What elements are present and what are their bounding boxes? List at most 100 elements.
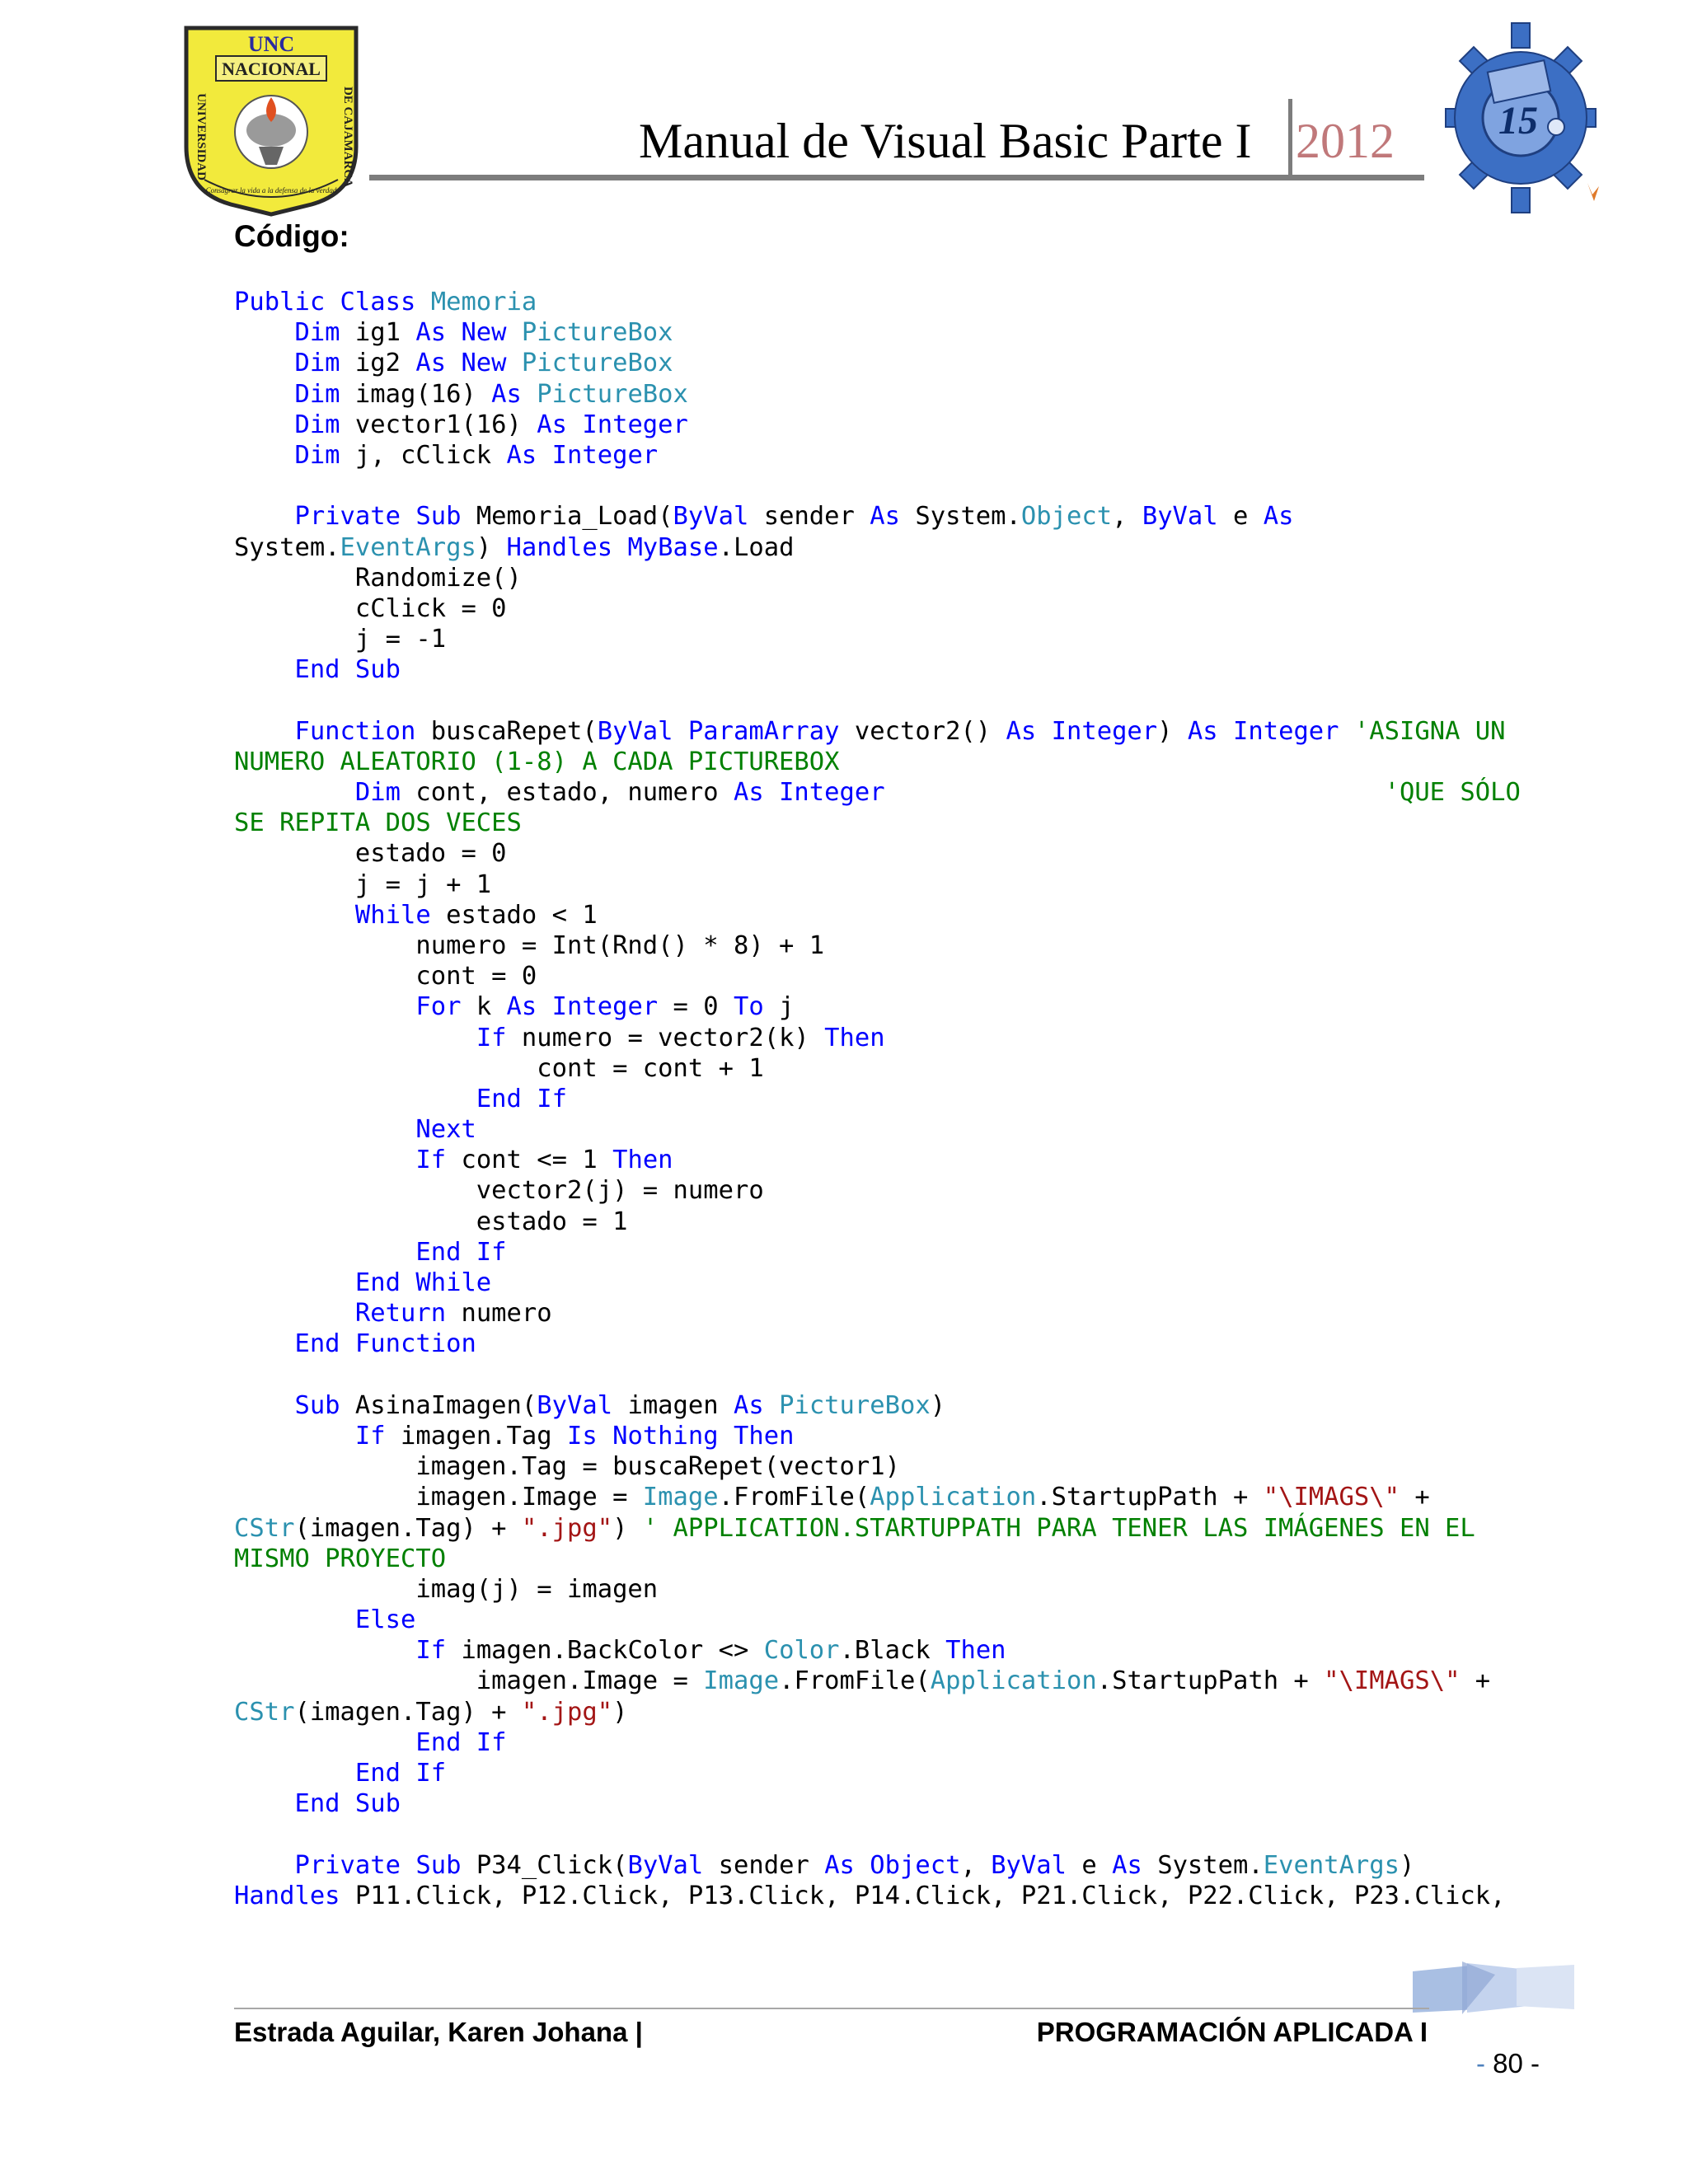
code-token: ByVal: [1142, 502, 1234, 532]
code-token: ,: [1112, 502, 1142, 532]
code-line: Function buscaRepet(ByVal ParamArray vec…: [234, 716, 1521, 747]
code-line: End If: [234, 1727, 1521, 1758]
code-token: If: [476, 1023, 522, 1052]
code-token: Is Nothing Then: [567, 1421, 795, 1451]
code-line: End Function: [234, 1329, 1521, 1359]
code-token: j: [779, 992, 795, 1022]
code-token: e: [1081, 1850, 1113, 1880]
code-token: As New: [415, 349, 522, 378]
code-token: Sub: [294, 1390, 355, 1420]
code-line: Dim cont, estado, numero As Integer 'QUE…: [234, 777, 1521, 808]
code-token: MISMO PROYECTO: [234, 1544, 447, 1573]
code-token: EventArgs: [340, 532, 476, 562]
code-token: numero = Int(Rnd() * 8) + 1: [234, 930, 825, 960]
code-token: As Integer: [733, 778, 885, 807]
header-rule: [369, 175, 1424, 180]
code-token: Application: [870, 1483, 1037, 1512]
code-token: P11.Click, P12.Click, P13.Click, P14.Cli…: [354, 1881, 1506, 1910]
code-line: numero = Int(Rnd() * 8) + 1: [234, 930, 1521, 961]
code-token: ".jpg": [521, 1697, 613, 1727]
code-token: P34_Click(: [476, 1850, 628, 1880]
code-token: imagen.Image =: [234, 1666, 704, 1696]
code-token: imagen.Tag: [401, 1421, 567, 1451]
code-line: Public Class Memoria: [234, 287, 1521, 317]
code-line: Dim j, cClick As Integer: [234, 440, 1521, 471]
code-line: End While: [234, 1268, 1521, 1298]
code-token: "\IMAGS\": [1324, 1666, 1461, 1696]
code-token: ): [612, 1513, 643, 1543]
code-token: Function: [294, 716, 431, 746]
code-line: SE REPITA DOS VECES: [234, 808, 1521, 838]
code-token: As Integer: [537, 410, 688, 439]
code-token: Private Sub: [294, 502, 476, 532]
code-token: ): [476, 532, 507, 562]
section-heading: Código:: [234, 219, 349, 253]
code-token: .Black: [839, 1636, 946, 1666]
code-line: imagen.Tag = buscaRepet(vector1): [234, 1451, 1521, 1482]
code-token: Dim: [294, 410, 355, 439]
code-token: End If: [476, 1084, 567, 1113]
page-dash-left: -: [1475, 2048, 1485, 2079]
code-token: (imagen.Tag) +: [294, 1697, 522, 1727]
code-token: If: [415, 1636, 462, 1666]
code-listing: Public Class Memoria Dim ig1 As New Pict…: [234, 287, 1521, 1911]
code-line: estado = 1: [234, 1207, 1521, 1237]
code-token: sender: [718, 1850, 825, 1880]
code-token: j = -1: [234, 625, 447, 654]
code-line: End If: [234, 1758, 1521, 1788]
code-token: Then: [945, 1636, 1006, 1666]
code-token: As: [1112, 1850, 1158, 1880]
footer-decoration: [1413, 1958, 1574, 2018]
code-token: End Function: [294, 1329, 476, 1359]
code-line: estado = 0: [234, 838, 1521, 869]
code-token: cont, estado, numero: [415, 778, 734, 807]
code-token: ig2: [354, 349, 416, 378]
code-token: If: [415, 1146, 462, 1175]
page-dash-right: -: [1531, 2048, 1540, 2079]
code-line: cont = 0: [234, 961, 1521, 991]
code-token: Then: [612, 1146, 673, 1175]
code-line: Dim vector1(16) As Integer: [234, 410, 1521, 440]
code-line: j = -1: [234, 624, 1521, 654]
code-token: ): [1400, 1850, 1415, 1880]
code-token: imagen.Image =: [234, 1483, 643, 1512]
code-token: Public Class: [234, 288, 431, 316]
code-token: +: [1460, 1666, 1491, 1696]
code-token: cont <= 1: [461, 1146, 613, 1175]
code-line: For k As Integer = 0 To j: [234, 991, 1521, 1022]
code-token: For: [415, 992, 476, 1022]
code-token: As Integer: [506, 440, 659, 470]
code-token: vector2(): [854, 716, 1006, 746]
page-number: - 80 -: [1476, 2044, 1540, 2083]
code-token: 'QUE SÓLO: [1384, 778, 1521, 807]
code-token: estado < 1: [446, 900, 598, 930]
logo-text-right: DE CAJAMARCA: [341, 87, 354, 187]
code-token: imag(j) = imagen: [234, 1574, 659, 1604]
logo-text-banner: NACIONAL: [222, 59, 321, 79]
code-token: System.: [1157, 1850, 1264, 1880]
code-token: Else: [354, 1605, 416, 1635]
code-token: As Integer: [1006, 716, 1158, 746]
code-token: System.: [915, 502, 1021, 532]
code-token: (imagen.Tag) +: [294, 1513, 522, 1543]
code-token: Application: [930, 1666, 1097, 1696]
page-number-value: 80: [1484, 2048, 1531, 2079]
code-line: Randomize(): [234, 563, 1521, 593]
code-token: As New: [415, 318, 522, 348]
code-token: "\IMAGS\": [1263, 1483, 1400, 1512]
code-token: Dim: [294, 379, 355, 409]
code-token: +: [1399, 1483, 1430, 1512]
code-token: 'ASIGNA UN: [1353, 716, 1506, 746]
code-token: Private Sub: [294, 1850, 476, 1880]
